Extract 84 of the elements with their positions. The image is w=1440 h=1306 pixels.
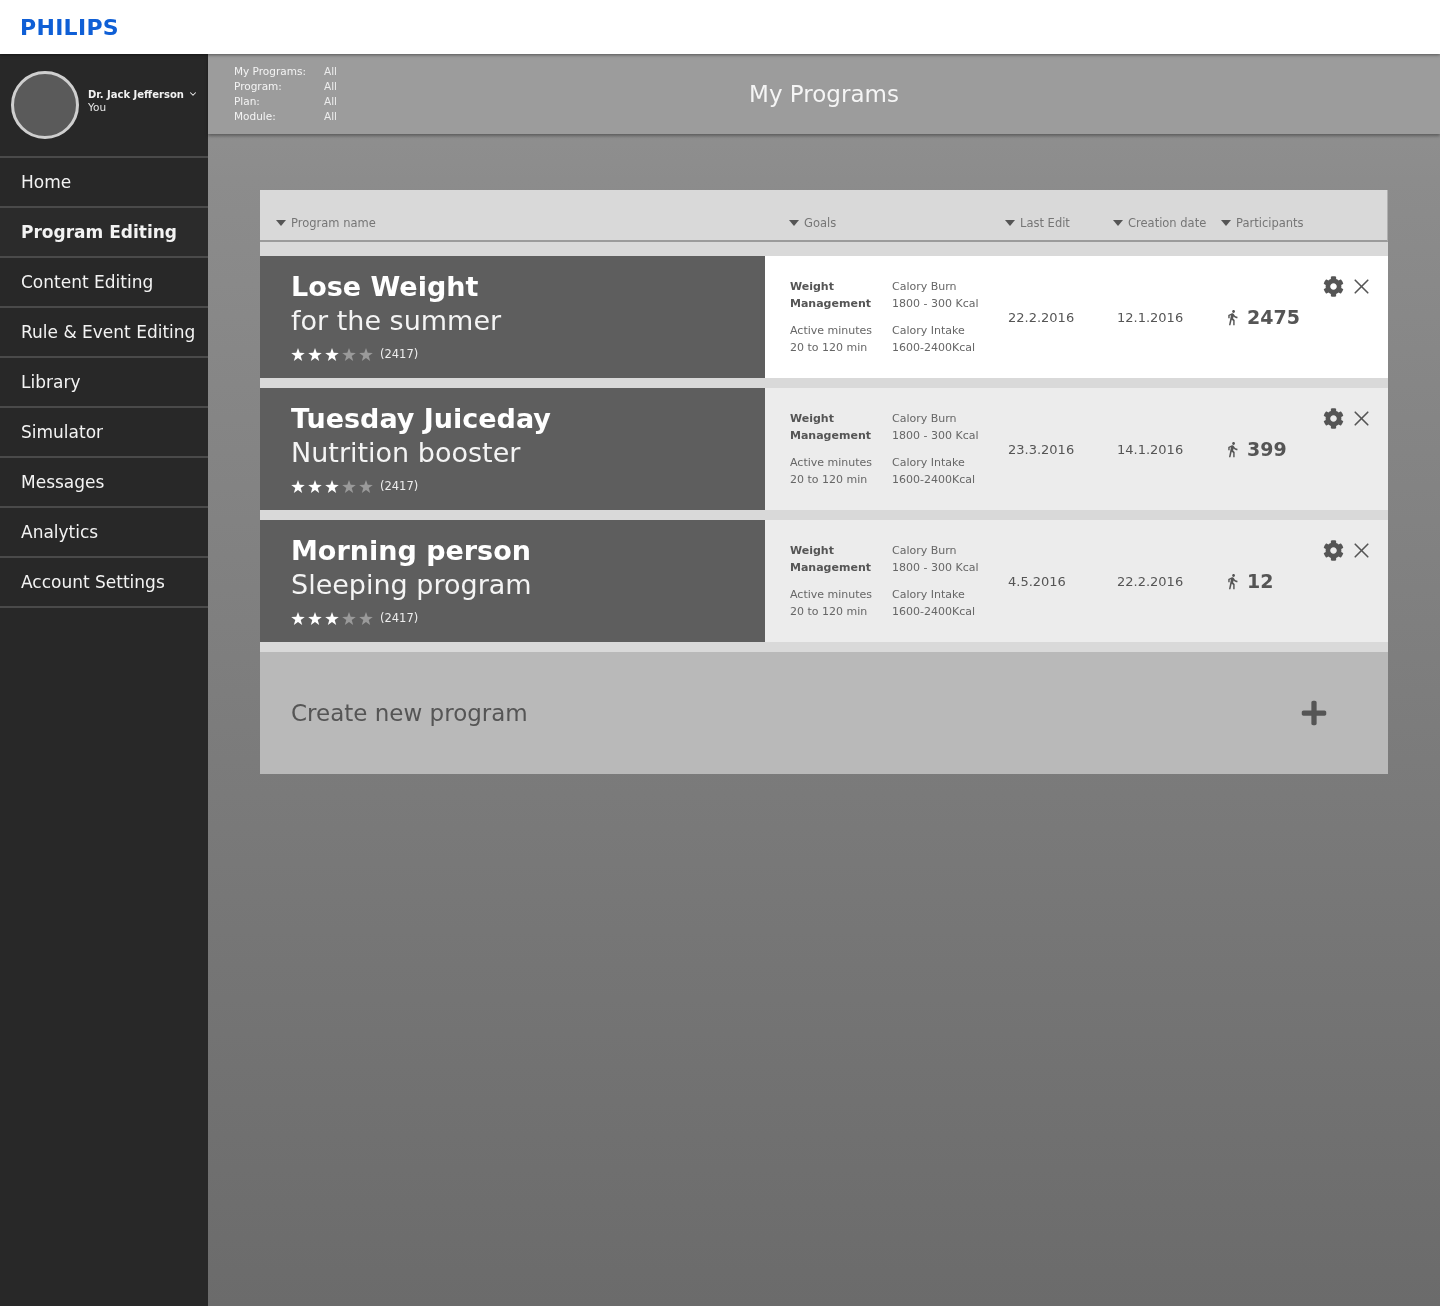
caret-icon — [1221, 220, 1231, 226]
star-icon — [342, 479, 356, 493]
goal-value: 1800 - 300 Kcal — [892, 428, 980, 444]
goal-value: 1600-2400Kcal — [892, 340, 976, 356]
filter-label: My Programs: — [234, 64, 307, 79]
goal-category: Weight Management — [790, 543, 872, 576]
program-title: Lose Weight — [291, 270, 480, 304]
goal-value: 20 to 120 min — [790, 604, 869, 620]
goal-name: Active minutes — [790, 455, 874, 471]
star-icon — [308, 347, 322, 361]
goal-name: Calory Intake — [892, 455, 966, 471]
goal-name: Calory Burn — [892, 411, 958, 427]
program-details-panel[interactable]: Weight Management Calory Burn 1800 - 300 Kcal Active minutes 20 to 120 min Calory Intake 1600-2400Kcal 22.2.2016 12.1.2016 2475 — [765, 256, 1388, 378]
star-icon — [359, 611, 373, 625]
goal-value: 1600-2400Kcal — [892, 604, 976, 620]
star-icon — [291, 479, 305, 493]
goal-category: Weight Management — [790, 411, 872, 444]
column-header[interactable]: Creation date — [1113, 216, 1221, 230]
logo: PHILIPS — [20, 14, 119, 40]
rating-count: (2417) — [380, 347, 419, 361]
star-icon — [325, 611, 339, 625]
chevron-down-icon — [187, 89, 198, 99]
column-header[interactable]: Last Edit — [1005, 216, 1113, 230]
filter-label: Module: — [234, 109, 277, 124]
last-edit-date: 22.2.2016 — [1008, 309, 1076, 325]
filter-label: Plan: — [234, 94, 261, 109]
star-icon — [325, 347, 339, 361]
create-program-button[interactable]: Create new program — [260, 652, 1388, 774]
star-icon — [308, 611, 322, 625]
goal-name: Active minutes — [790, 587, 874, 603]
goal-value: 20 to 120 min — [790, 340, 869, 356]
star-icon — [291, 347, 305, 361]
star-icon — [359, 347, 373, 361]
star-icon — [308, 479, 322, 493]
program-title-panel[interactable]: Tuesday Juiceday Nutrition booster (2417) — [260, 388, 765, 510]
settings-icon[interactable] — [1323, 540, 1344, 561]
star-icon — [342, 611, 356, 625]
caret-icon — [1113, 220, 1123, 226]
goal-name: Calory Intake — [892, 587, 966, 603]
star-icon — [291, 611, 305, 625]
page-title: My Programs — [749, 81, 899, 107]
column-header[interactable]: Program name — [276, 216, 789, 230]
participant-count: 399 — [1247, 438, 1287, 460]
column-header[interactable]: Participants — [1221, 216, 1304, 230]
goal-name: Calory Burn — [892, 543, 958, 559]
participant-count: 12 — [1247, 570, 1274, 592]
goal-name: Active minutes — [790, 323, 874, 339]
participant-count: 2475 — [1247, 306, 1300, 328]
settings-icon[interactable] — [1323, 408, 1344, 429]
user-role: You — [88, 100, 108, 114]
rating-count: (2417) — [380, 611, 419, 625]
caret-icon — [1005, 220, 1015, 226]
star-icon — [325, 479, 339, 493]
program-title: Tuesday Juiceday — [291, 402, 552, 436]
program-subtitle: Sleeping program — [291, 568, 533, 602]
creation-date: 22.2.2016 — [1117, 573, 1185, 589]
plus-icon — [1300, 699, 1328, 727]
caret-icon — [789, 220, 799, 226]
rating-count: (2417) — [380, 479, 419, 493]
goal-value: 20 to 120 min — [790, 472, 869, 488]
goal-value: 1800 - 300 Kcal — [892, 560, 980, 576]
caret-icon — [276, 220, 286, 226]
last-edit-date: 4.5.2016 — [1008, 573, 1067, 589]
column-header[interactable]: Goals — [789, 216, 1005, 230]
user-menu-button[interactable]: Dr. Jack Jefferson — [88, 88, 198, 100]
goal-name: Calory Intake — [892, 323, 966, 339]
program-subtitle: for the summer — [291, 304, 503, 338]
settings-icon[interactable] — [1323, 276, 1344, 297]
star-icon — [342, 347, 356, 361]
goal-category: Weight Management — [790, 279, 872, 312]
program-title: Morning person — [291, 534, 532, 568]
program-details-panel[interactable]: Weight Management Calory Burn 1800 - 300 Kcal Active minutes 20 to 120 min Calory Intake 1600-2400Kcal 4.5.2016 22.2.2016 12 — [765, 520, 1388, 642]
last-edit-date: 23.3.2016 — [1008, 441, 1076, 457]
program-title-panel[interactable]: Lose Weight for the summer (2417) — [260, 256, 765, 378]
program-details-panel[interactable]: Weight Management Calory Burn 1800 - 300 Kcal Active minutes 20 to 120 min Calory Intake 1600-2400Kcal 23.3.2016 14.1.2016 399 — [765, 388, 1388, 510]
goal-value: 1600-2400Kcal — [892, 472, 976, 488]
star-icon — [359, 479, 373, 493]
goal-value: 1800 - 300 Kcal — [892, 296, 980, 312]
goal-name: Calory Burn — [892, 279, 958, 295]
filter-label: Program: — [234, 79, 283, 94]
program-title-panel[interactable]: Morning person Sleeping program (2417) — [260, 520, 765, 642]
program-subtitle: Nutrition booster — [291, 436, 522, 470]
creation-date: 12.1.2016 — [1117, 309, 1185, 325]
creation-date: 14.1.2016 — [1117, 441, 1185, 457]
